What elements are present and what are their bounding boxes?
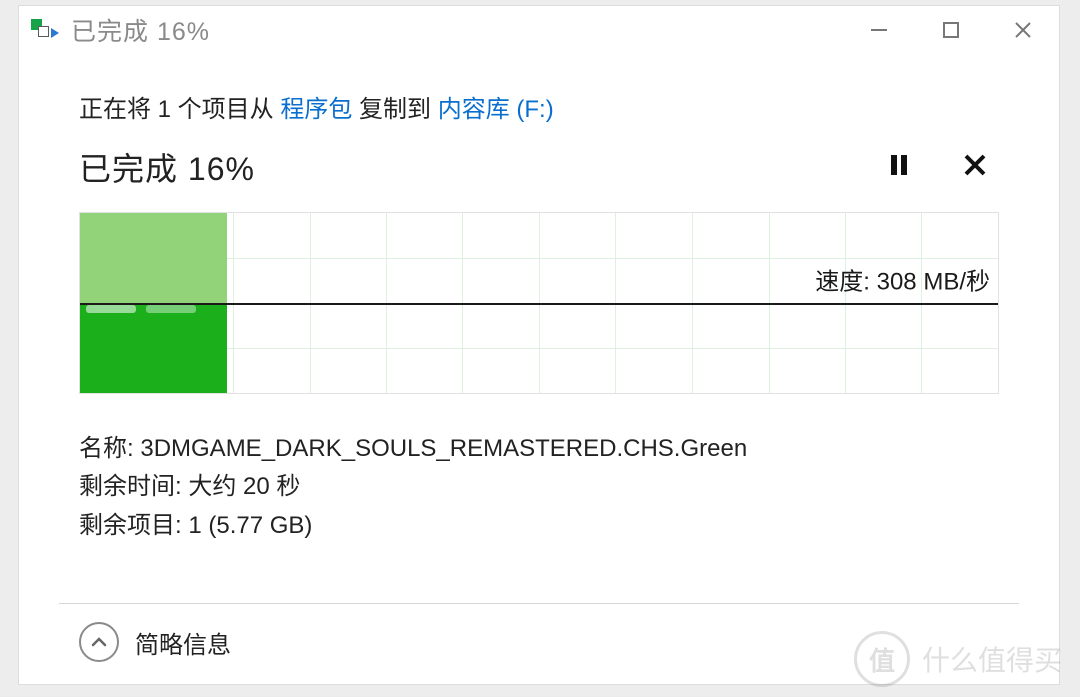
- window-title: 已完成 16%: [71, 12, 210, 48]
- titlebar[interactable]: 已完成 16%: [19, 6, 1059, 54]
- copy-description: 正在将 1 个项目从 程序包 复制到 内容库 (F:): [79, 89, 999, 124]
- dest-link[interactable]: 内容库 (F:): [438, 96, 554, 123]
- copy-middle: 复制到: [352, 96, 437, 123]
- cancel-button[interactable]: [963, 153, 987, 182]
- maximize-button[interactable]: [915, 6, 987, 54]
- speed-chart: 速度: 308 MB/秒: [79, 212, 999, 394]
- watermark-badge: 值: [854, 631, 910, 687]
- copy-icon: [31, 19, 59, 41]
- divider: [59, 603, 1019, 604]
- minimize-button[interactable]: [843, 6, 915, 54]
- source-link[interactable]: 程序包: [280, 96, 352, 123]
- close-button[interactable]: [987, 6, 1059, 54]
- brief-info-label[interactable]: 简略信息: [135, 625, 231, 660]
- file-copy-dialog: 已完成 16% 正在将 1 个项目从 程序包 复制到 内容库 (F:) 已完成 …: [18, 5, 1060, 685]
- speed-label: 速度: 308 MB/秒: [811, 262, 994, 297]
- watermark: 值 什么值得买: [854, 631, 1062, 687]
- pause-button[interactable]: [887, 153, 911, 182]
- detail-time: 剩余时间: 大约 20 秒: [79, 468, 999, 506]
- copy-prefix: 正在将 1 个项目从: [79, 96, 280, 123]
- detail-items: 剩余项目: 1 (5.77 GB): [79, 507, 999, 545]
- detail-name: 名称: 3DMGAME_DARK_SOULS_REMASTERED.CHS.Gr…: [79, 430, 999, 468]
- progress-status: 已完成 16%: [79, 144, 255, 190]
- details-section: 名称: 3DMGAME_DARK_SOULS_REMASTERED.CHS.Gr…: [79, 430, 999, 545]
- collapse-details-button[interactable]: [79, 622, 119, 662]
- watermark-text: 什么值得买: [922, 639, 1062, 679]
